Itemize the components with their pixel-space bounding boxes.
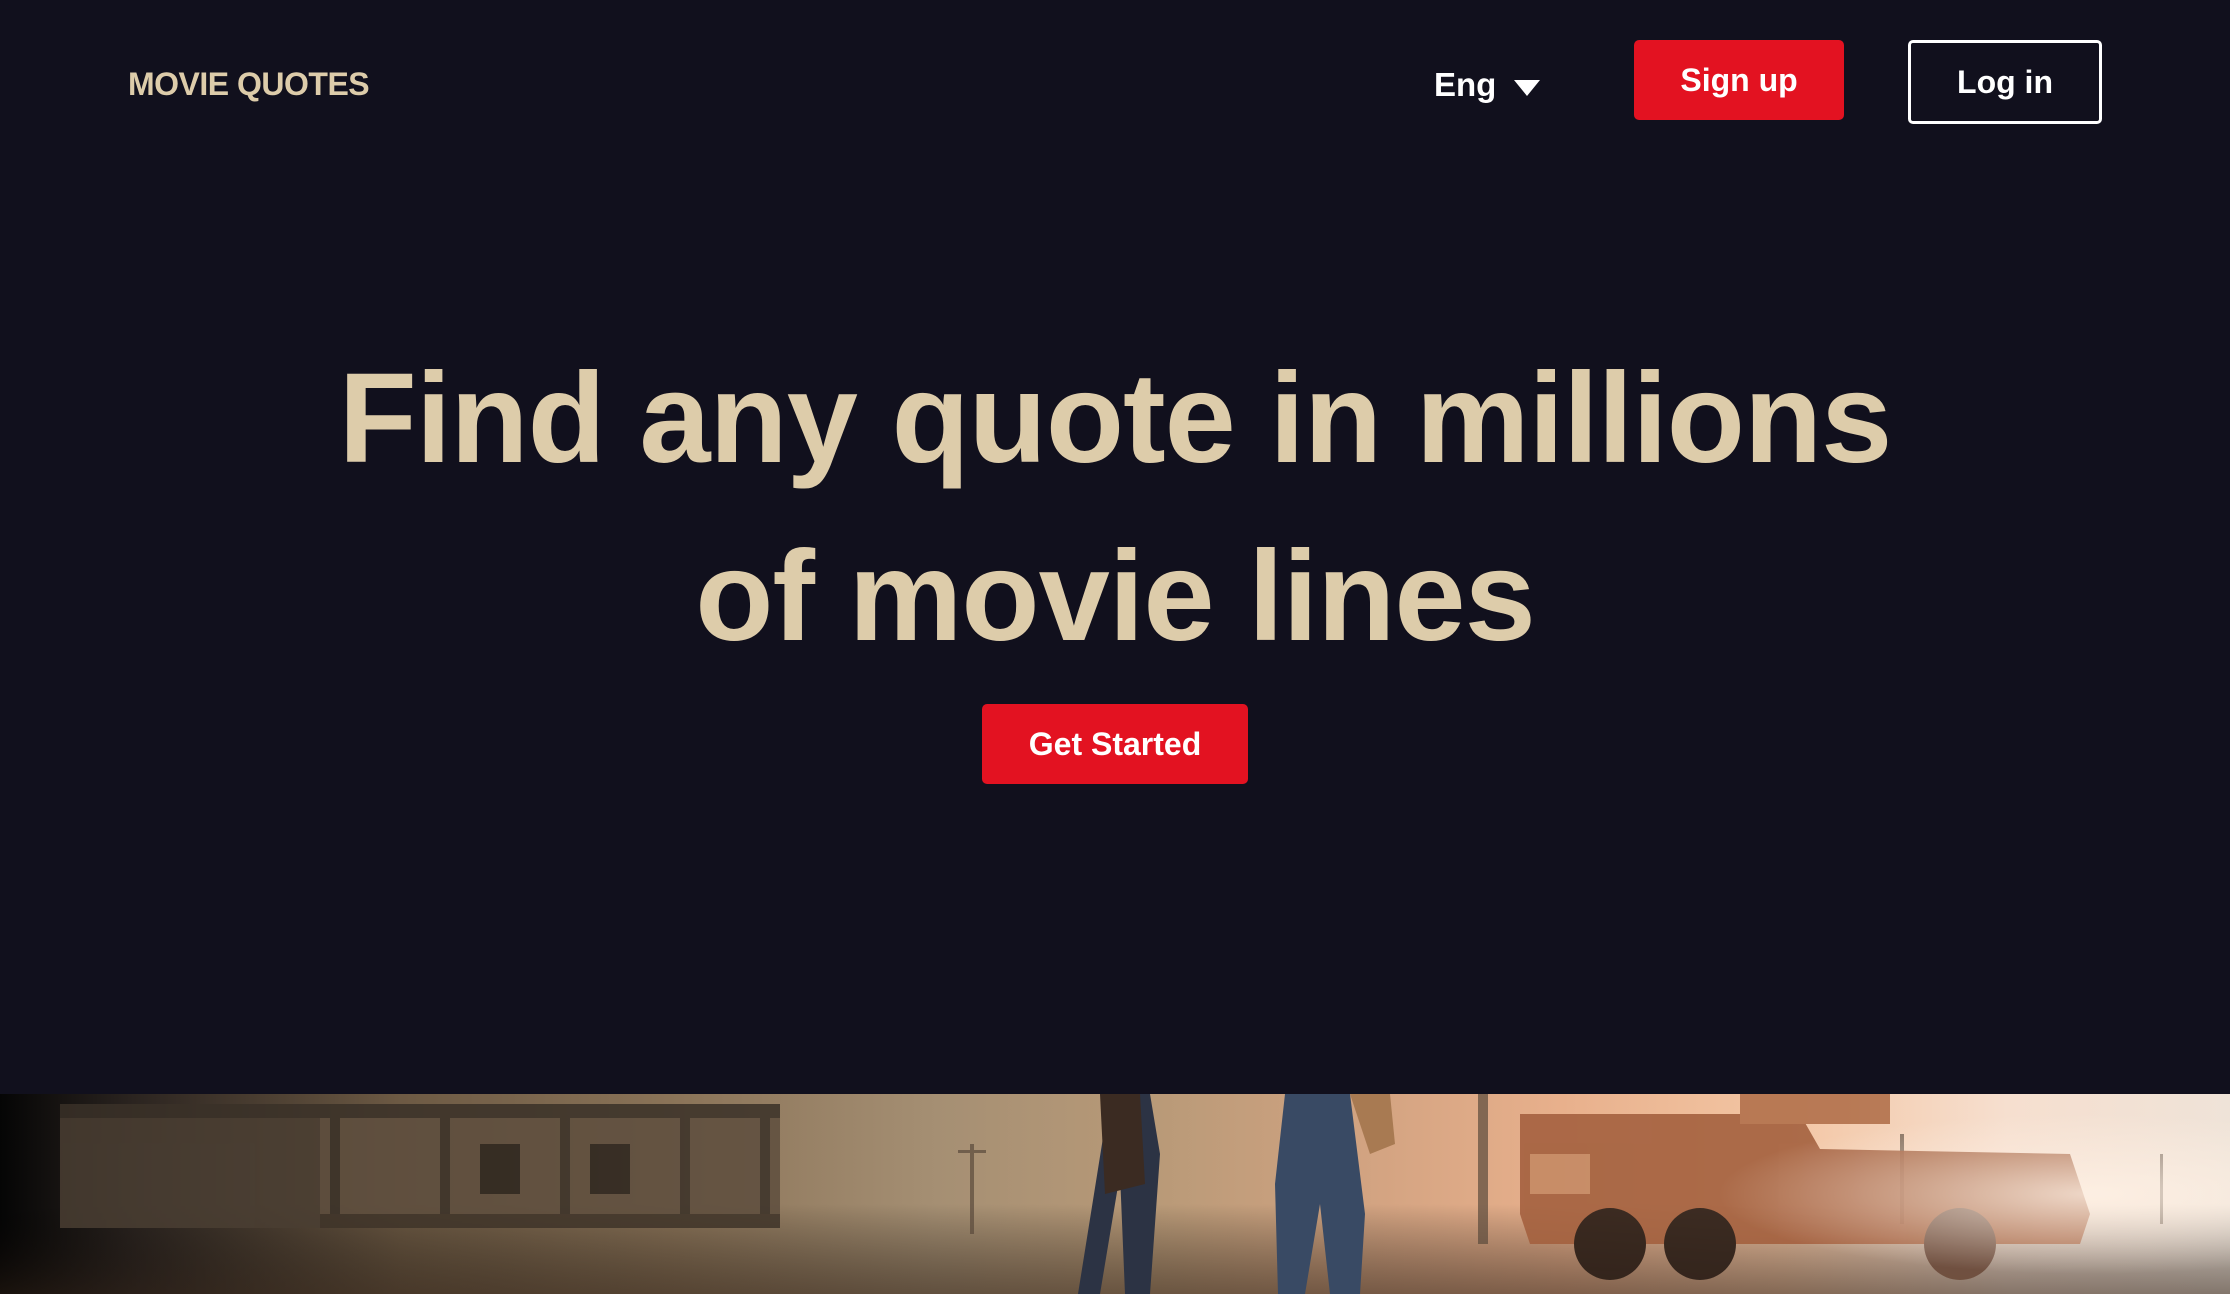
hero-title-line-1: Find any quote in millions bbox=[338, 347, 1893, 490]
language-label: Eng bbox=[1434, 66, 1497, 103]
hero-title-line-2: of movie lines bbox=[695, 525, 1536, 668]
hero-title: Find any quote in millions of movie line… bbox=[0, 330, 2230, 686]
login-button[interactable]: Log in bbox=[1908, 40, 2102, 124]
site-logo[interactable]: MOVIE QUOTES bbox=[128, 66, 370, 103]
signup-button[interactable]: Sign up bbox=[1634, 40, 1844, 120]
language-selector[interactable]: Eng bbox=[1434, 66, 1541, 104]
movie-scene-image bbox=[0, 1094, 2230, 1294]
caret-down-icon bbox=[1514, 66, 1541, 104]
get-started-button[interactable]: Get Started bbox=[982, 704, 1248, 784]
